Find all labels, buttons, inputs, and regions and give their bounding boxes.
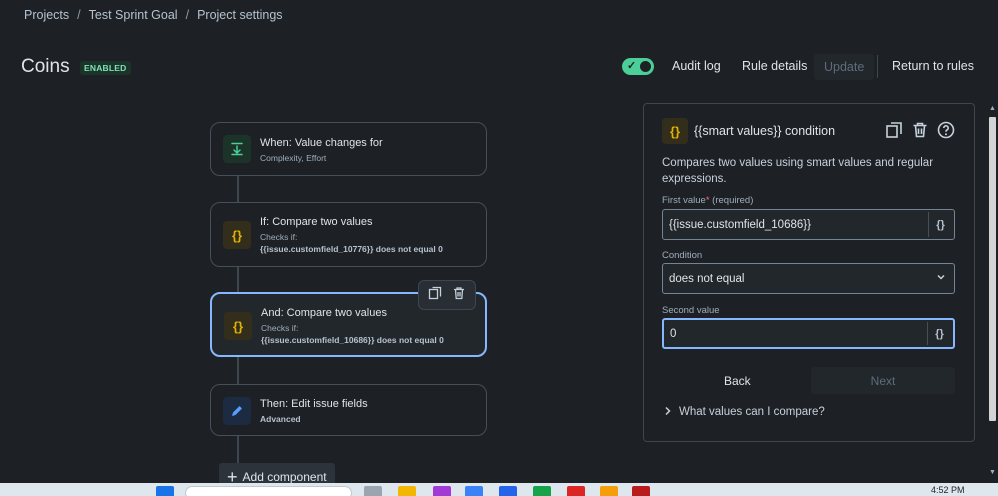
scroll-up-icon[interactable]: ▲ (989, 105, 996, 112)
edge-icon[interactable] (533, 486, 551, 496)
panel-description: Compares two values using smart values a… (662, 157, 934, 185)
windows-start-icon[interactable] (156, 486, 174, 496)
action-card[interactable]: Then: Edit issue fields Advanced (210, 384, 487, 436)
header-divider (877, 55, 878, 78)
return-to-rules-button[interactable]: Return to rules (892, 59, 974, 73)
first-value-text: {{issue.customfield_10686}} (669, 218, 811, 231)
app-icon[interactable] (632, 486, 650, 496)
card-toolbar (418, 280, 476, 310)
chrome-icon[interactable] (567, 486, 585, 496)
panel-actions (884, 120, 956, 140)
flow-connector (237, 436, 239, 464)
file-explorer-icon[interactable] (398, 486, 416, 496)
first-value-input[interactable]: {{issue.customfield_10686}} {} (662, 209, 955, 240)
condition-label: Condition (662, 250, 703, 261)
what-values-expander[interactable]: What values can I compare? (664, 405, 825, 419)
condition-card[interactable]: {} If: Compare two values Checks if: {{i… (210, 202, 487, 267)
check-icon: ✓ (627, 60, 637, 72)
flow-connector (237, 266, 239, 292)
breadcrumb-separator: / (77, 8, 81, 22)
rule-title: Coins (21, 56, 70, 77)
pencil-icon (223, 397, 251, 425)
condition-config-panel: {} {{smart values}} condition Compares t… (643, 103, 975, 442)
condition-title: And: Compare two values (261, 307, 387, 319)
status-badge: ENABLED (80, 61, 131, 75)
second-value-label: Second value (662, 305, 720, 316)
panel-scrollbar[interactable]: ▲ ▼ (987, 103, 998, 479)
next-button[interactable]: Next (811, 367, 955, 394)
panel-title: {{smart values}} condition (694, 124, 836, 138)
trigger-card[interactable]: When: Value changes for Complexity, Effo… (210, 122, 487, 176)
trash-icon[interactable] (452, 286, 466, 305)
chevron-down-icon (936, 272, 946, 285)
clock: 4:52 PM (931, 485, 965, 495)
smart-value-button[interactable]: {} (928, 212, 952, 237)
braces-icon: {} (662, 118, 688, 144)
condition-detail: {{issue.customfield_10686}} does not equ… (261, 335, 444, 345)
breadcrumb-project[interactable]: Test Sprint Goal (89, 8, 178, 22)
download-arrow-icon (223, 135, 251, 163)
flow-connector (237, 357, 239, 384)
condition-title: If: Compare two values (260, 216, 373, 228)
braces-icon: {} (224, 312, 252, 340)
smart-value-button[interactable]: {} (927, 322, 951, 345)
update-button[interactable]: Update (814, 54, 875, 80)
breadcrumb: Projects / Test Sprint Goal / Project se… (24, 8, 283, 22)
scrollbar-thumb[interactable] (989, 117, 996, 421)
breadcrumb-project-settings[interactable]: Project settings (197, 8, 282, 22)
condition-detail: {{issue.customfield_10776}} does not equ… (260, 244, 443, 254)
copy-icon[interactable] (884, 120, 904, 140)
breadcrumb-projects[interactable]: Projects (24, 8, 69, 22)
taskbar-search[interactable] (185, 486, 352, 496)
chevron-right-icon (664, 405, 672, 419)
condition-checks-label: Checks if: (261, 323, 299, 333)
trash-icon[interactable] (910, 120, 930, 140)
second-value-input[interactable]: 0 {} (662, 318, 955, 349)
breadcrumb-separator: / (185, 8, 190, 22)
back-button[interactable]: Back (724, 374, 751, 388)
help-icon[interactable] (936, 120, 956, 140)
trigger-title: When: Value changes for (260, 137, 383, 149)
braces-icon: {} (223, 221, 251, 249)
condition-checks-label: Checks if: (260, 232, 298, 242)
condition-select[interactable]: does not equal (662, 263, 955, 294)
app-icon[interactable] (465, 486, 483, 496)
trigger-subtitle: Complexity, Effort (260, 153, 327, 163)
second-value-text: 0 (670, 327, 677, 340)
add-component-label: Add component (242, 470, 327, 484)
os-taskbar: 4:52 PM (0, 483, 998, 496)
copy-icon[interactable] (428, 286, 442, 305)
app-icon[interactable] (600, 486, 618, 496)
task-view-icon[interactable] (364, 486, 382, 496)
rule-enabled-toggle[interactable]: ✓ (622, 58, 654, 75)
rule-details-button[interactable]: Rule details (742, 59, 807, 73)
app-icon[interactable] (433, 486, 451, 496)
audit-log-button[interactable]: Audit log (672, 59, 721, 73)
action-title: Then: Edit issue fields (260, 398, 368, 410)
expander-label: What values can I compare? (679, 406, 825, 418)
condition-selected-value: does not equal (669, 272, 745, 285)
scroll-down-icon[interactable]: ▼ (989, 469, 996, 476)
action-subtitle: Advanced (260, 414, 301, 424)
toggle-knob (640, 61, 651, 72)
flow-connector (237, 176, 239, 202)
store-icon[interactable] (499, 486, 517, 496)
first-value-label: First value* (required) (662, 195, 754, 206)
